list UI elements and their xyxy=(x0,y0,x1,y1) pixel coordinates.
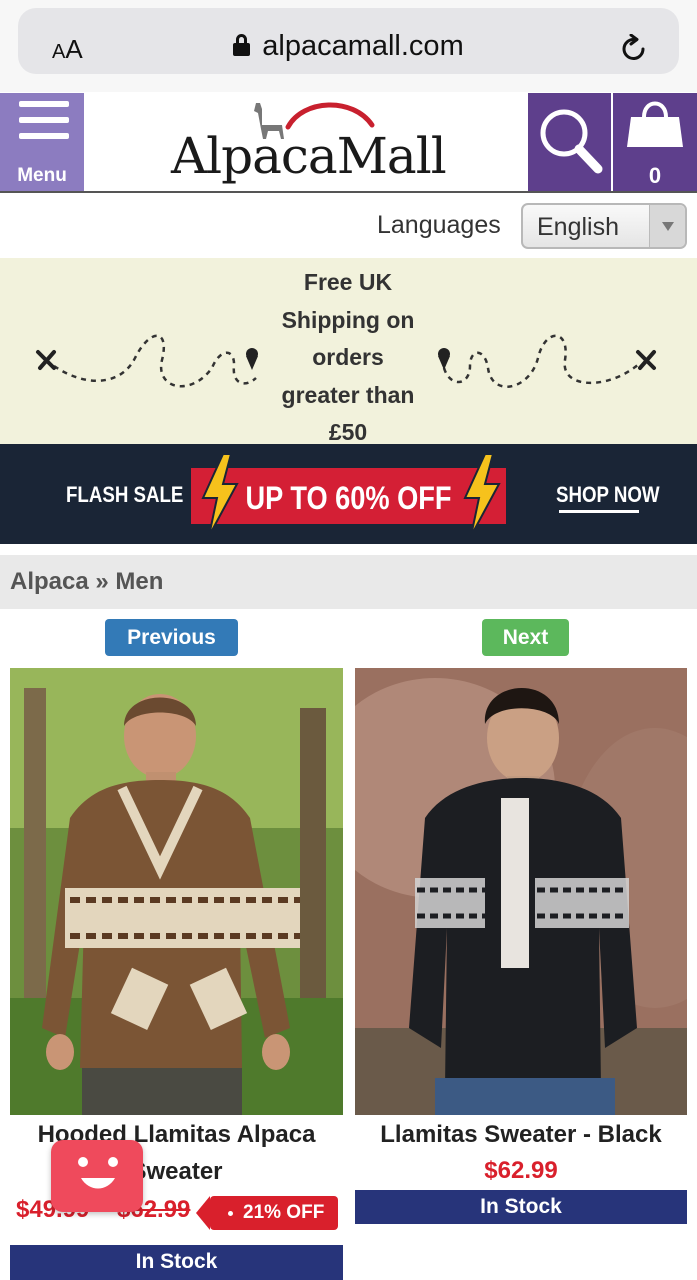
logo-text: AlpacaMall xyxy=(171,127,447,185)
shop-now-link[interactable]: SHOP NOW xyxy=(556,482,660,508)
discount-badge: 21% OFF xyxy=(196,1196,338,1230)
language-row: Languages English xyxy=(0,195,697,258)
flash-sale-offer-text: UP TO 60% OFF xyxy=(245,480,452,516)
shipping-banner[interactable]: Free UK Shipping on orders greater than … xyxy=(0,258,697,445)
flash-sale-banner[interactable]: FLASH SALE UP TO 60% OFF SHOP NOW xyxy=(0,444,697,544)
shop-now-underline xyxy=(559,510,639,513)
product-image-black-sweater[interactable] xyxy=(355,668,687,1115)
in-stock-button[interactable]: In Stock xyxy=(355,1190,687,1224)
next-button[interactable]: Next xyxy=(482,619,569,656)
menu-label: Menu xyxy=(17,165,67,186)
site-header: Menu AlpacaMall 0 xyxy=(0,93,697,193)
breadcrumb-text[interactable]: Alpaca » Men xyxy=(10,568,163,596)
lock-icon xyxy=(233,34,251,56)
product-price: $62.99 xyxy=(484,1157,558,1184)
language-select[interactable]: English xyxy=(521,203,687,249)
menu-button[interactable]: Menu xyxy=(0,93,84,191)
cart-count: 0 xyxy=(648,163,662,188)
in-stock-button[interactable]: In Stock xyxy=(10,1245,343,1280)
page: AA alpacamall.com Menu AlpacaMall 0 Lang… xyxy=(0,0,697,1280)
browser-toolbar: AA alpacamall.com xyxy=(0,0,697,92)
hamburger-icon xyxy=(19,101,69,107)
flight-path-left-icon xyxy=(36,334,258,388)
reload-icon[interactable] xyxy=(619,34,649,64)
breadcrumb: Alpaca » Men xyxy=(0,555,697,609)
site-logo[interactable]: AlpacaMall xyxy=(84,93,528,191)
previous-button[interactable]: Previous xyxy=(105,619,238,656)
lightning-icon xyxy=(463,454,501,536)
address-bar[interactable]: AA alpacamall.com xyxy=(18,8,679,74)
flash-sale-label: FLASH SALE xyxy=(66,482,184,507)
chat-widget-button[interactable] xyxy=(51,1140,143,1212)
search-button[interactable] xyxy=(528,93,611,191)
flight-path-right-icon xyxy=(438,334,656,388)
flash-sale-offer: UP TO 60% OFF xyxy=(191,454,506,536)
smiley-chat-icon xyxy=(78,1157,118,1189)
search-icon xyxy=(540,109,603,174)
url-text: alpacamall.com xyxy=(262,30,464,62)
url-display[interactable]: alpacamall.com xyxy=(18,30,679,63)
language-selected: English xyxy=(537,213,619,241)
chevron-down-icon xyxy=(649,205,685,247)
languages-label: Languages xyxy=(377,211,501,239)
product-image-hooded-sweater[interactable] xyxy=(10,668,343,1115)
shipping-text: Free UK Shipping on orders greater than … xyxy=(281,269,415,445)
cart-button[interactable]: 0 xyxy=(613,93,697,191)
shopping-bag-icon xyxy=(627,101,683,147)
product-title-black-sweater[interactable]: Llamitas Sweater - Black xyxy=(355,1116,687,1153)
